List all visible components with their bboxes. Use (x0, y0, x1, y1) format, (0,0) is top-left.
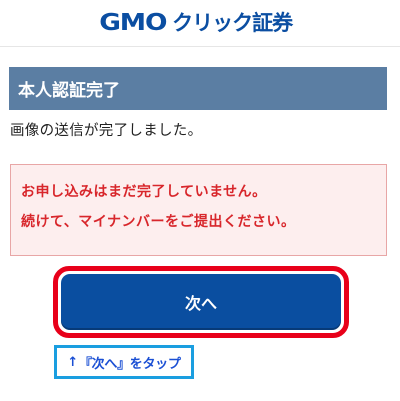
alert-line-2: 続けて、マイナンバーをご提出ください。 (21, 214, 296, 230)
section-title: 本人認証完了 (9, 67, 387, 110)
section-title-text: 本人認証完了 (18, 81, 120, 101)
next-button[interactable]: 次へ (61, 274, 341, 330)
tap-instruction-text: 『次へ』をタップ (78, 356, 181, 372)
tap-instruction-callout: ↑ 『次へ』をタップ (54, 345, 194, 379)
alert-line-1: お申し込みはまだ完了していません。 (21, 184, 267, 200)
gmo-click-logo: GMO クリック証券 (99, 10, 293, 35)
up-arrow-icon: ↑ (67, 354, 78, 370)
logo-gmo-text: GMO (99, 9, 167, 36)
alert-box: お申し込みはまだ完了していません。 続けて、マイナンバーをご提出ください。 (10, 164, 387, 256)
next-button-highlight: 次へ (53, 266, 349, 338)
next-button-label: 次へ (184, 294, 217, 313)
logo-brand-text: クリック証券 (172, 10, 293, 35)
status-message: 画像の送信が完了しました。 (10, 123, 203, 139)
header-bar: GMO クリック証券 (0, 0, 400, 47)
